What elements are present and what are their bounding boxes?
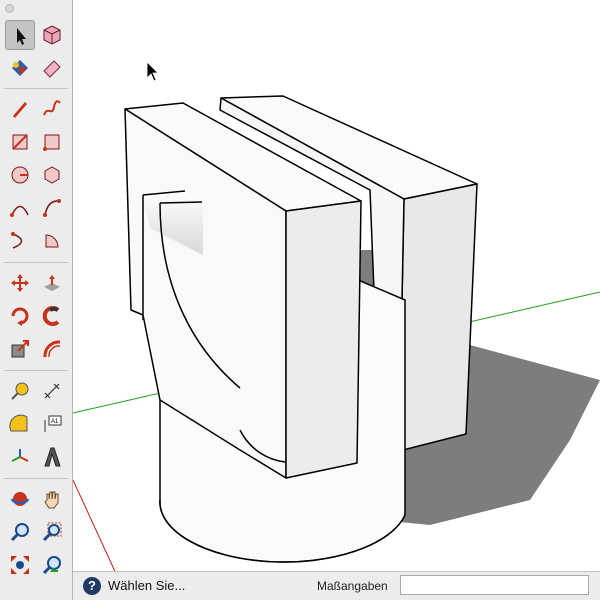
two-point-arc-icon [43, 199, 61, 217]
hand-icon [44, 491, 59, 509]
status-bar: ? Wählen Sie... Maßangaben [73, 571, 600, 600]
previous-view-tool-button[interactable] [37, 550, 67, 580]
zoom-extents-tool-button[interactable] [5, 550, 35, 580]
three-point-arc-icon [11, 232, 23, 249]
zoom-extents-icon [11, 556, 29, 574]
previous-view-icon [42, 556, 61, 575]
dimension-icon [44, 383, 60, 399]
pencil-icon [13, 102, 27, 118]
scale-tool-button[interactable] [5, 334, 35, 364]
orbit-tool-button[interactable] [5, 484, 35, 514]
toolbar-separator [4, 262, 68, 263]
scale-icon [11, 340, 29, 358]
pie-icon [45, 234, 59, 248]
polygon-tool-button[interactable] [37, 160, 67, 190]
zoom-window-tool-button[interactable] [37, 517, 67, 547]
magnifier-icon [10, 523, 29, 542]
protractor-icon [9, 414, 28, 432]
rotate-tool-button[interactable] [5, 301, 35, 331]
arrow-icon [17, 28, 26, 45]
push-pull-icon [44, 275, 60, 291]
offset-icon [43, 340, 61, 358]
zoom-window-icon [42, 522, 62, 542]
3d-viewport[interactable] [0, 0, 600, 600]
text-tool-button[interactable]: A1 [37, 409, 67, 439]
3d-text-tool-button[interactable] [37, 442, 67, 472]
zoom-tool-button[interactable] [5, 517, 35, 547]
window-close-button[interactable] [5, 4, 14, 13]
dimension-tool-button[interactable] [37, 376, 67, 406]
pan-tool-button[interactable] [37, 484, 67, 514]
tape-measure-tool-button[interactable] [5, 376, 35, 406]
rotated-rectangle-tool-button[interactable] [37, 127, 67, 157]
protractor-tool-button[interactable] [5, 409, 35, 439]
pie-tool-button[interactable] [37, 226, 67, 256]
toolbar-separator [4, 88, 68, 89]
follow-me-icon [42, 306, 60, 326]
rectangle-tool-button[interactable] [5, 127, 35, 157]
measurements-label: Maßangaben [317, 579, 388, 593]
three-point-arc-tool-button[interactable] [5, 226, 35, 256]
text-label-icon: A1 [44, 415, 62, 432]
measurements-input[interactable] [400, 575, 589, 595]
paint-bucket-icon [12, 60, 28, 76]
circle-icon [11, 166, 29, 184]
move-arrows-icon [11, 274, 29, 292]
freehand-tool-button[interactable] [37, 94, 67, 124]
axes-icon [11, 449, 29, 462]
select-tool-button[interactable] [5, 20, 35, 50]
help-icon[interactable]: ? [83, 577, 101, 595]
arc-icon [10, 205, 29, 217]
toolbar-separator [4, 370, 68, 371]
polygon-icon [44, 166, 60, 184]
component-tool-button[interactable] [37, 20, 67, 50]
eraser-tool-button[interactable] [37, 53, 67, 83]
follow-me-tool-button[interactable] [37, 301, 67, 331]
red-axis [72, 479, 119, 579]
orbit-icon [11, 492, 29, 506]
tape-measure-icon [11, 382, 29, 400]
rotate-icon [11, 307, 29, 326]
mouse-cursor [146, 61, 159, 82]
offset-tool-button[interactable] [37, 334, 67, 364]
rectangle-icon [12, 134, 28, 150]
eraser-icon [43, 60, 61, 78]
axes-tool-button[interactable] [5, 442, 35, 472]
circle-tool-button[interactable] [5, 160, 35, 190]
move-tool-button[interactable] [5, 268, 35, 298]
3d-text-icon [44, 447, 61, 467]
toolbar-separator [4, 478, 68, 479]
rotated-rectangle-icon [43, 134, 60, 151]
line-tool-button[interactable] [5, 94, 35, 124]
status-prompt: Wählen Sie... [108, 578, 186, 593]
arc-tool-button[interactable] [5, 193, 35, 223]
freehand-icon [43, 100, 61, 116]
paint-bucket-tool-button[interactable] [5, 53, 35, 83]
push-pull-tool-button[interactable] [37, 268, 67, 298]
cube-icon [43, 25, 61, 45]
two-point-arc-tool-button[interactable] [37, 193, 67, 223]
tool-palette: A1 [0, 0, 73, 600]
svg-text:A1: A1 [51, 419, 59, 425]
